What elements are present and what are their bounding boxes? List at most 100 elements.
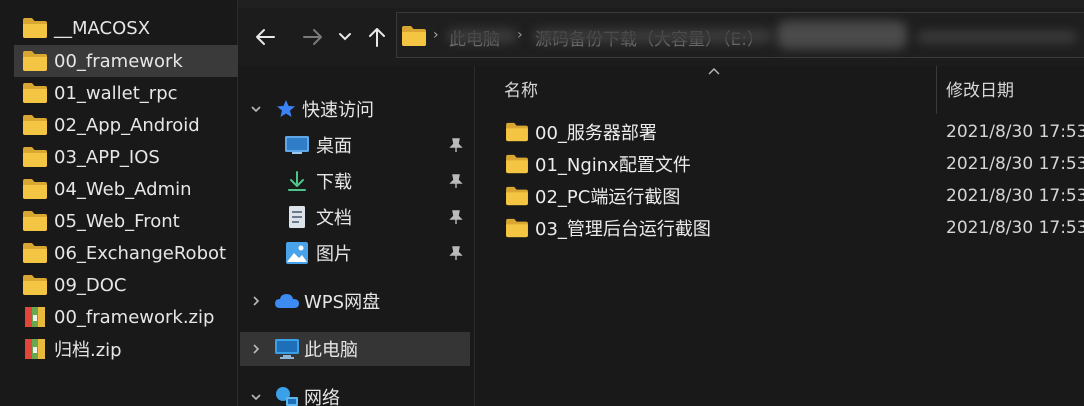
pin-icon[interactable] — [448, 245, 464, 261]
folder-icon — [505, 122, 529, 142]
file-date: 2021/8/30 17:53 — [946, 186, 1084, 206]
list-item[interactable]: 01_wallet_rpc — [16, 77, 237, 109]
nav-documents[interactable]: 文档 — [284, 200, 474, 234]
computer-icon — [275, 339, 299, 359]
toolbar: › 此电脑 › 源码备份下载（大容量）（E:） — [238, 0, 1084, 66]
redaction — [917, 31, 1077, 43]
file-date: 2021/8/30 17:53 — [946, 122, 1084, 142]
table-row[interactable]: 02_PC端运行截图 2021/8/30 17:53 — [505, 180, 1084, 212]
folder-icon — [22, 146, 48, 168]
folder-icon — [505, 186, 529, 206]
list-item[interactable]: 02_App_Android — [16, 109, 237, 141]
list-item[interactable]: 04_Web_Admin — [16, 173, 237, 205]
file-list: 名称 修改日期 00_服务器部署 2021/8/30 17:53 01_Ngin… — [475, 66, 1084, 406]
file-date: 2021/8/30 17:53 — [946, 218, 1084, 238]
redaction — [533, 29, 773, 43]
list-item[interactable]: 09_DOC — [16, 269, 237, 301]
list-item[interactable]: 03_APP_IOS — [16, 141, 237, 173]
nav-quick-access[interactable]: 快速访问 — [250, 92, 374, 126]
folder-icon — [22, 82, 48, 104]
list-item-label: 03_APP_IOS — [54, 146, 160, 168]
nav-downloads[interactable]: 下载 — [284, 164, 474, 198]
nav-label: WPS网盘 — [304, 292, 381, 313]
folder-icon — [22, 114, 48, 136]
list-item[interactable]: 00_framework.zip — [16, 301, 237, 333]
recent-locations-button[interactable] — [332, 22, 358, 52]
chevron-right-icon: › — [517, 27, 523, 43]
file-name: 00_服务器部署 — [535, 123, 657, 144]
list-item-label: 09_DOC — [54, 274, 127, 296]
nav-label: 图片 — [316, 244, 352, 265]
nav-desktop[interactable]: 桌面 — [284, 128, 474, 162]
sort-ascending-icon — [708, 68, 720, 75]
chevron-right-icon — [253, 344, 260, 354]
forward-button[interactable] — [298, 22, 328, 52]
nav-label: 此电脑 — [304, 340, 358, 361]
desktop-icon — [285, 136, 309, 154]
list-item-label: 00_framework — [54, 50, 183, 72]
table-row[interactable]: 01_Nginx配置文件 2021/8/30 17:53 — [505, 148, 1084, 180]
redaction — [447, 29, 517, 43]
picture-icon — [286, 242, 308, 264]
pin-icon[interactable] — [448, 209, 464, 225]
nav-wps-drive[interactable]: WPS网盘 — [250, 284, 380, 318]
file-name: 01_Nginx配置文件 — [535, 155, 691, 176]
nav-label: 文档 — [316, 208, 352, 229]
nav-label: 快速访问 — [302, 100, 374, 121]
list-item[interactable]: 归档.zip — [16, 333, 237, 365]
explorer-window: __MACOSX 00_framework 01_wallet_rpc 02_A… — [0, 0, 1084, 406]
column-header-name[interactable]: 名称 — [504, 66, 538, 110]
arrow-up-icon — [369, 28, 385, 47]
redaction — [777, 21, 907, 49]
folder-icon — [22, 210, 48, 232]
network-icon — [276, 387, 298, 406]
chevron-down-icon — [251, 106, 261, 113]
nav-pictures[interactable]: 图片 — [284, 236, 474, 270]
file-date: 2021/8/30 17:53 — [946, 154, 1084, 174]
navigation-pane: 快速访问 桌面 下载 文档 图片 WPS网盘 此电脑 网络 — [238, 66, 475, 406]
nav-label: 下载 — [316, 172, 352, 193]
column-divider[interactable] — [936, 66, 937, 114]
chevron-right-icon — [253, 296, 260, 306]
folder-icon — [401, 25, 427, 47]
title-strip — [238, 0, 1084, 8]
nav-this-pc[interactable]: 此电脑 — [240, 332, 470, 366]
list-item[interactable]: __MACOSX — [16, 12, 237, 44]
up-button[interactable] — [362, 22, 392, 52]
list-item-label: 02_App_Android — [54, 114, 200, 136]
list-item[interactable]: 06_ExchangeRobot — [16, 237, 237, 269]
column-header-date[interactable]: 修改日期 — [946, 66, 1014, 110]
zip-archive-icon — [22, 338, 48, 360]
file-name: 03_管理后台运行截图 — [535, 219, 711, 240]
nav-network[interactable]: 网络 — [250, 380, 340, 406]
list-item[interactable]: 00_framework — [14, 45, 239, 77]
cloud-icon — [275, 294, 299, 308]
table-row[interactable]: 00_服务器部署 2021/8/30 17:53 — [505, 116, 1084, 148]
folder-icon — [22, 242, 48, 264]
folder-icon — [505, 154, 529, 174]
back-button[interactable] — [250, 22, 280, 52]
chevron-down-icon — [251, 394, 261, 401]
folder-icon — [22, 178, 48, 200]
folder-icon — [22, 50, 48, 72]
list-item-label: 06_ExchangeRobot — [54, 242, 227, 264]
nav-label: 桌面 — [316, 136, 352, 157]
nav-label: 网络 — [304, 388, 340, 406]
address-bar[interactable]: › 此电脑 › 源码备份下载（大容量）（E:） — [396, 12, 1084, 58]
folder-icon — [22, 274, 48, 296]
table-row[interactable]: 03_管理后台运行截图 2021/8/30 17:53 — [505, 212, 1084, 244]
list-item[interactable]: 05_Web_Front — [16, 205, 237, 237]
download-icon — [288, 171, 306, 191]
star-icon — [277, 100, 295, 117]
chevron-down-icon — [339, 33, 351, 41]
pin-icon[interactable] — [448, 137, 464, 153]
pin-icon[interactable] — [448, 173, 464, 189]
arrow-left-icon — [256, 29, 275, 45]
list-item-label: __MACOSX — [54, 17, 151, 39]
document-icon — [289, 206, 305, 228]
folder-icon — [505, 218, 529, 238]
desktop-file-list: __MACOSX 00_framework 01_wallet_rpc 02_A… — [0, 0, 239, 406]
folder-icon — [22, 17, 48, 39]
file-name: 02_PC端运行截图 — [535, 187, 681, 208]
list-item-label: 01_wallet_rpc — [54, 82, 178, 104]
